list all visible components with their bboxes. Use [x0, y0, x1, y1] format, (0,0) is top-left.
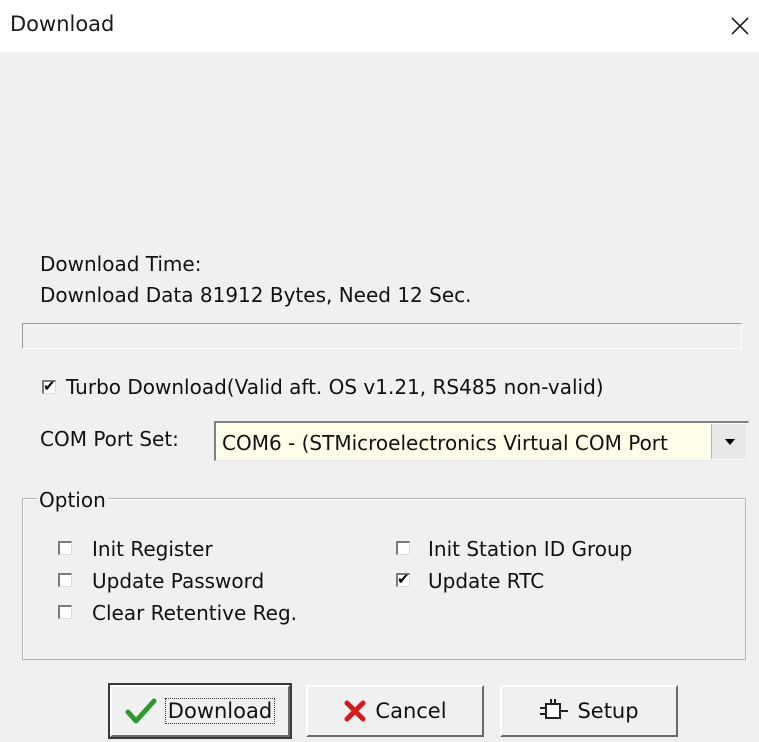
update-password-checkbox[interactable] — [58, 573, 72, 587]
init-station-id-group-checkbox[interactable] — [396, 541, 410, 555]
download-button-label: Download — [164, 698, 276, 724]
cancel-button-label: Cancel — [375, 699, 447, 723]
download-progress-bar — [22, 323, 742, 349]
clear-retentive-reg-checkbox[interactable] — [58, 605, 72, 619]
red-x-icon — [343, 699, 367, 723]
update-rtc-checkbox[interactable]: ✔ — [396, 570, 410, 588]
close-button[interactable] — [722, 8, 758, 44]
init-register-label: Init Register — [92, 537, 213, 561]
init-station-id-group-label: Init Station ID Group — [428, 537, 633, 561]
dropdown-arrow-button[interactable] — [711, 424, 747, 459]
cancel-button[interactable]: Cancel — [306, 685, 484, 737]
chevron-down-icon — [724, 438, 735, 445]
update-password-label: Update Password — [92, 569, 265, 593]
title-bar: Download — [0, 0, 759, 52]
turbo-download-checkbox[interactable]: ✔ — [42, 377, 56, 395]
com-port-value: COM6 - (STMicroelectronics Virtual COM P… — [222, 431, 668, 455]
window-title: Download — [10, 12, 115, 36]
init-register-checkbox[interactable] — [58, 541, 72, 555]
close-icon — [731, 17, 749, 35]
download-time-label: Download Time: — [40, 252, 202, 276]
checkmark-icon — [125, 697, 157, 725]
check-mark-icon: ✔ — [397, 570, 410, 588]
clear-retentive-reg-label: Clear Retentive Reg. — [92, 601, 298, 625]
option-group-title: Option — [37, 488, 108, 512]
download-button[interactable]: Download — [108, 683, 292, 739]
setup-button[interactable]: Setup — [500, 685, 678, 737]
check-mark-icon: ✔ — [43, 377, 56, 395]
com-port-label: COM Port Set: — [40, 427, 179, 451]
com-port-select[interactable]: COM6 - (STMicroelectronics Virtual COM P… — [214, 421, 749, 461]
turbo-download-label: Turbo Download(Valid aft. OS v1.21, RS48… — [66, 375, 604, 399]
download-data-info: Download Data 81912 Bytes, Need 12 Sec. — [40, 283, 472, 307]
update-rtc-label: Update RTC — [428, 569, 545, 593]
settings-plug-icon — [539, 698, 569, 724]
setup-button-label: Setup — [577, 699, 639, 723]
